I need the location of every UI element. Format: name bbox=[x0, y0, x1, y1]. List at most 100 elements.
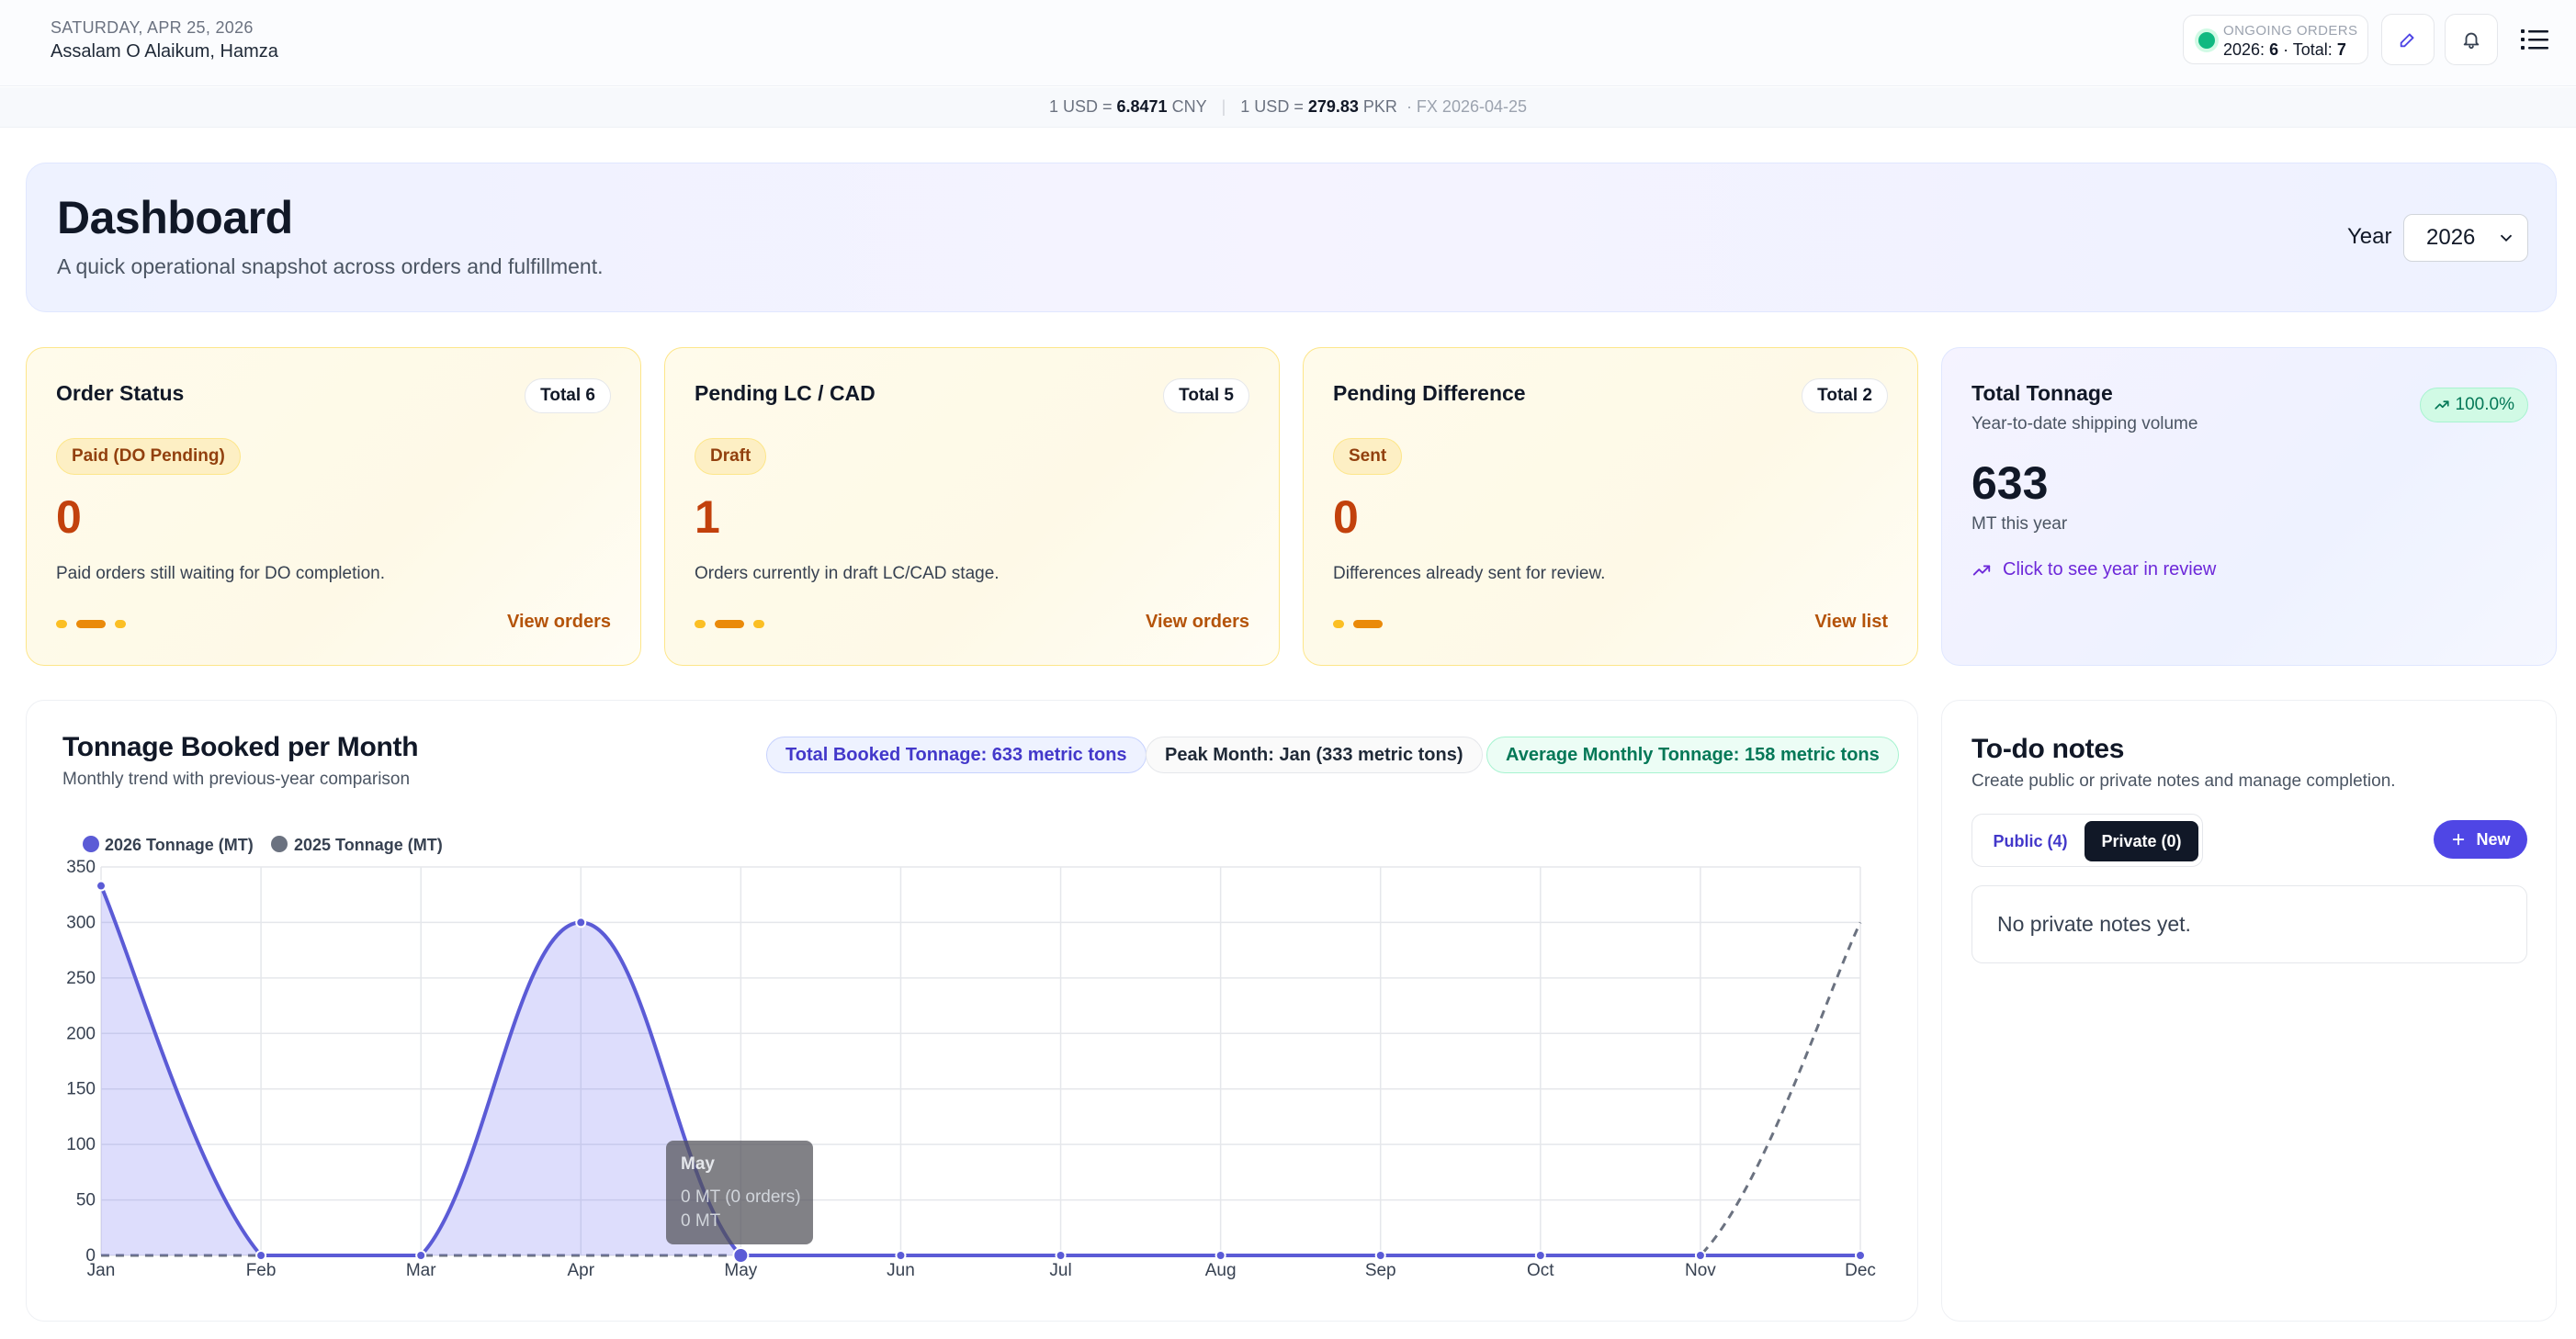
year-in-review-link[interactable]: Click to see year in review bbox=[1972, 559, 2216, 580]
legend-swatch-2025 bbox=[271, 836, 288, 852]
notifications-button[interactable] bbox=[2445, 14, 2498, 65]
status-badge: Sent bbox=[1333, 438, 1403, 475]
x-tick-label: Sep bbox=[1365, 1261, 1396, 1280]
todo-title: To-do notes bbox=[1972, 734, 2125, 764]
x-tick-label: Dec bbox=[1845, 1261, 1876, 1280]
tonnage-value: 633 bbox=[1972, 457, 2049, 509]
card-total-badge: Total 5 bbox=[1163, 378, 1249, 413]
data-point bbox=[895, 1250, 907, 1261]
menu-button[interactable] bbox=[2519, 24, 2550, 55]
todo-notes-panel: To-do notes Create public or private not… bbox=[1941, 700, 2557, 1322]
tonnage-chart-panel: Tonnage Booked per Month Monthly trend w… bbox=[26, 700, 1918, 1322]
x-tick-label: Mar bbox=[406, 1261, 436, 1280]
data-point bbox=[96, 880, 107, 892]
menu-list-icon bbox=[2521, 29, 2548, 50]
edit-button[interactable] bbox=[2381, 14, 2435, 65]
view-list-link[interactable]: View list bbox=[1814, 612, 1888, 633]
tonnage-line-chart[interactable]: 050100150200250300350Jan Feb Mar Apr May Jun J… bbox=[27, 701, 1919, 1322]
page-title: Dashboard bbox=[57, 192, 293, 243]
card-title: Pending LC / CAD bbox=[695, 381, 876, 405]
y-tick-label: 200 bbox=[66, 1024, 96, 1043]
card-subtitle: Year-to-date shipping volume bbox=[1972, 414, 2198, 433]
card-title: Order Status bbox=[56, 381, 185, 405]
status-dot-icon bbox=[2198, 32, 2215, 49]
status-badge: Paid (DO Pending) bbox=[56, 438, 241, 475]
data-point bbox=[1855, 1250, 1866, 1261]
chevron-down-icon bbox=[2500, 234, 2513, 242]
year-label: Year bbox=[2347, 224, 2392, 249]
pending-difference-card: Pending Difference Total 2 Sent 0 Differ… bbox=[1303, 347, 1918, 666]
legend-label-2025: 2025 Tonnage (MT) bbox=[294, 836, 443, 854]
current-date: SATURDAY, APR 25, 2026 bbox=[51, 18, 254, 37]
data-point bbox=[575, 917, 587, 928]
y-tick-label: 50 bbox=[76, 1191, 96, 1210]
tooltip-title: May bbox=[681, 1154, 715, 1174]
card-total-badge: Total 6 bbox=[525, 378, 611, 413]
data-point bbox=[1534, 1250, 1546, 1261]
tonnage-unit: MT this year bbox=[1972, 514, 2068, 534]
tab-public[interactable]: Public (4) bbox=[1980, 821, 2081, 861]
card-value: 0 bbox=[56, 491, 82, 543]
trend-up-icon bbox=[2434, 400, 2449, 410]
y-tick-label: 350 bbox=[66, 858, 96, 877]
fx-usd-cny: 1 USD = 6.8471 CNY bbox=[1048, 97, 1207, 116]
view-orders-link[interactable]: View orders bbox=[1146, 612, 1249, 633]
x-tick-label: Nov bbox=[1685, 1261, 1716, 1280]
greeting: Assalam O Alaikum, Hamza bbox=[51, 41, 278, 62]
year-select[interactable]: 2026 bbox=[2403, 214, 2528, 262]
card-value: 0 bbox=[1333, 491, 1359, 543]
x-tick-label: Oct bbox=[1527, 1261, 1554, 1280]
change-badge: 100.0% bbox=[2419, 388, 2528, 422]
x-tick-label: Jan bbox=[87, 1261, 116, 1280]
new-note-button[interactable]: New bbox=[2434, 820, 2527, 859]
view-orders-link[interactable]: View orders bbox=[507, 612, 611, 633]
tooltip-line: 0 MT (0 orders) bbox=[681, 1187, 801, 1207]
ongoing-orders-widget[interactable]: ONGOING ORDERS 2026: 6 · Total: 7 bbox=[2183, 15, 2368, 64]
x-tick-label: Jul bbox=[1049, 1261, 1071, 1280]
card-title: Total Tonnage bbox=[1972, 381, 2113, 405]
y-tick-label: 150 bbox=[66, 1080, 96, 1099]
x-tick-label: Aug bbox=[1205, 1261, 1237, 1280]
y-tick-label: 100 bbox=[66, 1135, 96, 1154]
data-point bbox=[1215, 1250, 1226, 1261]
notes-tabs: Public (4) Private (0) bbox=[1972, 814, 2203, 867]
legend-swatch-2026 bbox=[83, 836, 99, 852]
x-tick-label: Feb bbox=[246, 1261, 277, 1280]
trend-up-icon bbox=[1972, 565, 1991, 575]
card-description: Differences already sent for review. bbox=[1333, 564, 1606, 583]
x-tick-label: May bbox=[724, 1261, 757, 1280]
data-point bbox=[1055, 1250, 1067, 1261]
card-value: 1 bbox=[695, 491, 720, 543]
legend-label-2026: 2026 Tonnage (MT) bbox=[105, 836, 254, 854]
empty-notes-message: No private notes yet. bbox=[1972, 885, 2527, 963]
top-header: SATURDAY, APR 25, 2026 Assalam O Alaikum… bbox=[0, 0, 2576, 86]
todo-subtitle: Create public or private notes and manag… bbox=[1972, 771, 2396, 791]
progress-dots bbox=[695, 620, 764, 628]
bell-icon bbox=[2463, 32, 2480, 50]
card-description: Paid orders still waiting for DO complet… bbox=[56, 564, 385, 583]
data-point bbox=[415, 1250, 427, 1261]
card-total-badge: Total 2 bbox=[1802, 378, 1888, 413]
card-description: Orders currently in draft LC/CAD stage. bbox=[695, 564, 1000, 583]
status-badge: Draft bbox=[695, 438, 767, 475]
total-tonnage-card: Total Tonnage Year-to-date shipping volu… bbox=[1941, 347, 2557, 666]
fx-date: · FX 2026-04-25 bbox=[1406, 97, 1528, 116]
data-point bbox=[1694, 1250, 1706, 1261]
fx-rates-bar: 1 USD = 6.8471 CNY | 1 USD = 279.83 PKR … bbox=[0, 87, 2576, 128]
card-title: Pending Difference bbox=[1333, 381, 1526, 405]
data-point bbox=[1374, 1250, 1386, 1261]
tooltip-line: 0 MT bbox=[681, 1211, 721, 1231]
plus-icon bbox=[2453, 833, 2465, 846]
data-point bbox=[732, 1247, 750, 1264]
data-point bbox=[255, 1250, 267, 1261]
ongoing-orders-value: 2026: 6 · Total: 7 bbox=[2223, 40, 2346, 59]
dashboard-hero: Dashboard A quick operational snapshot a… bbox=[26, 163, 2557, 312]
page-subtitle: A quick operational snapshot across orde… bbox=[57, 254, 604, 278]
order-status-card: Order Status Total 6 Paid (DO Pending) 0… bbox=[26, 347, 641, 666]
y-tick-label: 300 bbox=[66, 913, 96, 932]
edit-icon bbox=[2400, 33, 2414, 48]
progress-dots bbox=[1333, 620, 1383, 628]
fx-usd-pkr: 1 USD = 279.83 PKR bbox=[1240, 97, 1397, 116]
x-tick-label: Jun bbox=[887, 1261, 915, 1280]
tab-private[interactable]: Private (0) bbox=[2085, 821, 2198, 861]
